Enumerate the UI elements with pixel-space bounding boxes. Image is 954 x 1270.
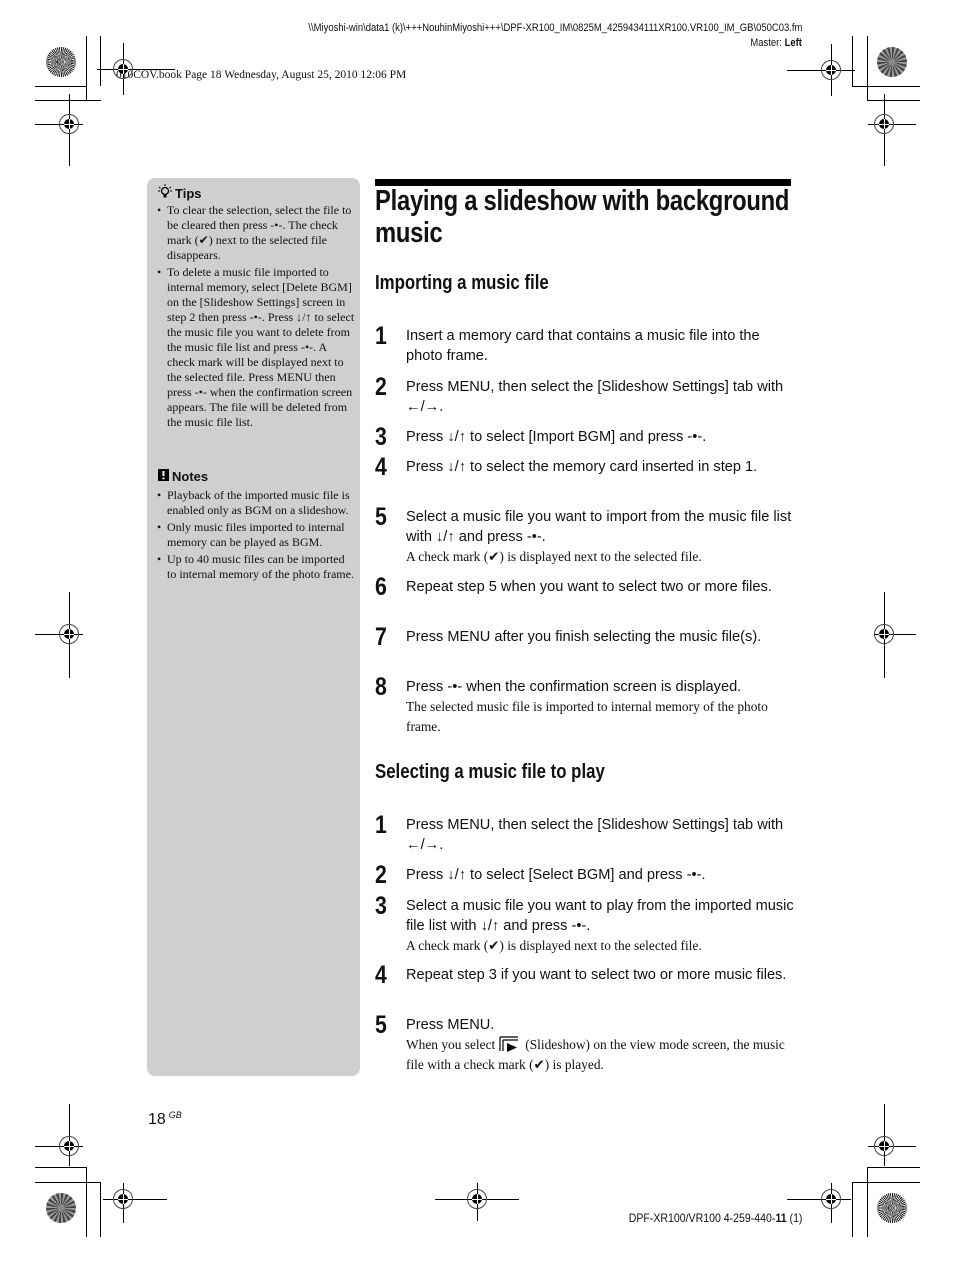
master-label: Master: Left <box>750 37 802 49</box>
exclamation-icon <box>158 469 169 484</box>
page-number: 18 GB <box>148 1110 182 1128</box>
crop-line <box>35 86 87 87</box>
file-path-header: \\Miyoshi-win\data1 (k)\+++NouhinMiyoshi… <box>308 22 802 34</box>
section-heading-import: Importing a music file <box>375 271 549 294</box>
crop-line <box>35 100 101 101</box>
notes-list: Playback of the imported music file is e… <box>155 488 355 584</box>
color-rosette-icon <box>877 47 907 77</box>
crop-line <box>852 1182 920 1183</box>
tips-heading: Tips <box>158 184 202 202</box>
crop-line <box>100 36 101 86</box>
book-info: 010COV.book Page 18 Wednesday, August 25… <box>116 69 407 81</box>
step-note: A check mark (✔) is displayed next to th… <box>406 549 702 564</box>
tips-notes-sidebar: Tips To clear the selection, select the … <box>147 178 360 1076</box>
page-title: Playing a slideshow with background musi… <box>375 185 790 249</box>
crop-line <box>867 1167 920 1168</box>
step-note: When you select (Slideshow) on the view m… <box>406 1036 785 1072</box>
note-item: Up to 40 music files can be imported to … <box>155 552 355 582</box>
lightbulb-icon <box>158 184 172 202</box>
section-heading-select: Selecting a music file to play <box>375 760 605 783</box>
crop-line <box>35 1167 87 1168</box>
slideshow-icon <box>499 1036 519 1052</box>
crop-line <box>852 86 920 87</box>
crop-line <box>86 36 87 101</box>
tip-item: To clear the selection, select the file … <box>155 203 355 263</box>
crop-line <box>852 1182 853 1237</box>
color-rosette-icon <box>46 1193 76 1223</box>
tips-list: To clear the selection, select the file … <box>155 203 355 432</box>
note-item: Playback of the imported music file is e… <box>155 488 355 518</box>
crop-line <box>867 36 868 101</box>
document-code: DPF-XR100/VR100 4-259-440-11 (1) <box>628 1211 802 1225</box>
color-rosette-icon <box>877 1193 907 1223</box>
master-value: Left <box>784 37 802 49</box>
crop-line <box>867 1167 868 1237</box>
crop-line <box>35 1182 101 1183</box>
color-rosette-icon <box>46 47 76 77</box>
step-note: The selected music file is imported to i… <box>406 699 768 734</box>
crop-line <box>86 1167 87 1237</box>
step-note: A check mark (✔) is displayed next to th… <box>406 938 702 953</box>
crop-line <box>867 100 920 101</box>
tip-item: To delete a music file imported to inter… <box>155 265 355 430</box>
note-item: Only music files imported to internal me… <box>155 520 355 550</box>
crop-line <box>852 36 853 86</box>
crop-line <box>100 1182 101 1237</box>
notes-heading: Notes <box>158 469 208 484</box>
